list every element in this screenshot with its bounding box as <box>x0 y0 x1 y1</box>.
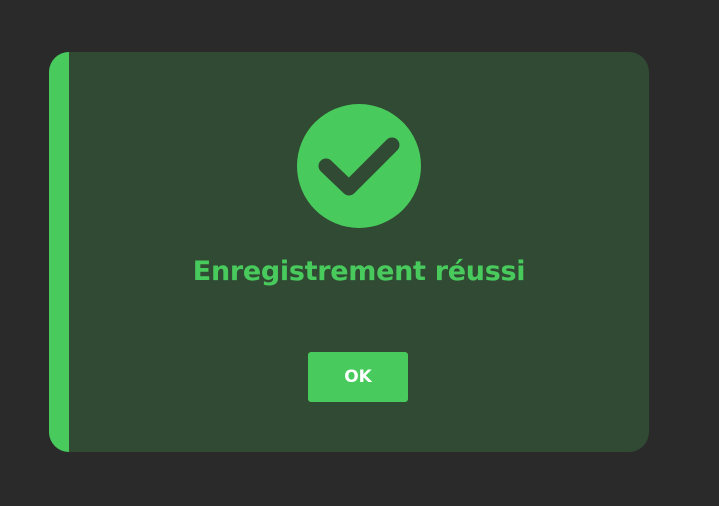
dialog-title: Enregistrement réussi <box>192 256 526 287</box>
checkmark-icon <box>318 137 400 196</box>
accent-bar <box>49 52 69 452</box>
success-dialog: Enregistrement réussi OK <box>49 52 649 452</box>
ok-button[interactable]: OK <box>308 352 408 402</box>
check-circle-icon <box>297 104 421 228</box>
